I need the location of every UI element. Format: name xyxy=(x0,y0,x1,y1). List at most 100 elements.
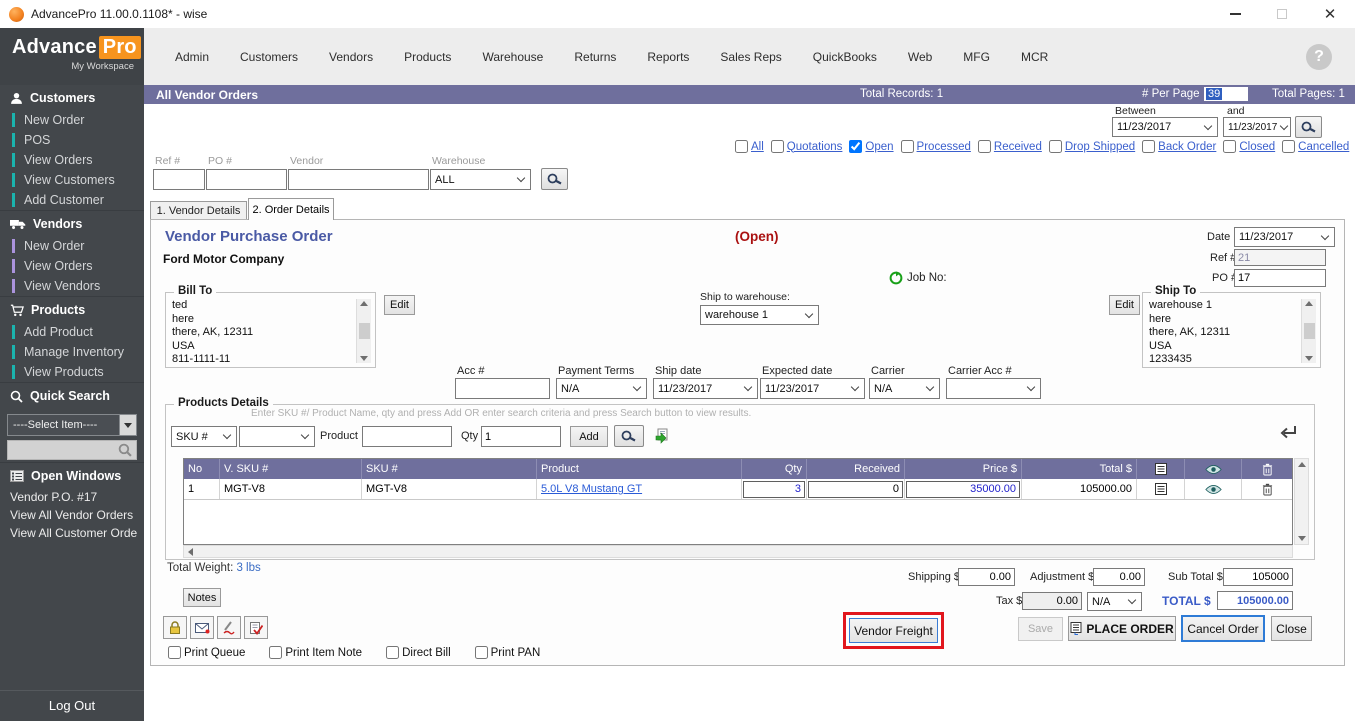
carrier-acc-select[interactable] xyxy=(946,378,1041,399)
ship-to-warehouse-select[interactable]: warehouse 1 xyxy=(700,305,819,325)
per-page-input[interactable]: 39 xyxy=(1204,87,1248,101)
maximize-button[interactable] xyxy=(1262,0,1302,28)
menu-sales-reps[interactable]: Sales Reps xyxy=(720,50,781,64)
filter-closed-checkbox[interactable] xyxy=(1223,140,1236,153)
product-link[interactable]: 5.0L V8 Mustang GT xyxy=(541,483,642,495)
direct-bill-option[interactable]: Direct Bill xyxy=(386,646,451,659)
shipping-input[interactable] xyxy=(958,568,1015,586)
print-item-note-checkbox[interactable] xyxy=(269,646,282,659)
sidebar-header-customers[interactable]: Customers xyxy=(0,85,144,110)
print-pan-option[interactable]: Print PAN xyxy=(475,646,541,659)
add-button[interactable]: Add xyxy=(570,426,608,447)
filter-all[interactable]: All xyxy=(735,140,764,153)
filter-processed-checkbox[interactable] xyxy=(901,140,914,153)
sidebar-item-new-order[interactable]: New Order xyxy=(12,110,144,130)
cell-qty[interactable]: 3 xyxy=(742,479,807,499)
quick-search-select[interactable]: ----Select Item---- xyxy=(7,414,137,436)
lock-button[interactable] xyxy=(163,616,187,639)
filter-all-checkbox[interactable] xyxy=(735,140,748,153)
tab-order-details[interactable]: 2. Order Details xyxy=(248,198,334,220)
po-input[interactable] xyxy=(1234,269,1326,287)
vendor-freight-button[interactable]: Vendor Freight xyxy=(849,618,938,643)
sidebar-item-add-customer[interactable]: Add Customer xyxy=(12,190,144,210)
menu-returns[interactable]: Returns xyxy=(574,50,616,64)
cell-price[interactable]: 35000.00 xyxy=(905,479,1022,499)
filter-quotations[interactable]: Quotations xyxy=(771,140,843,153)
sidebar-item-view-customers[interactable]: View Customers xyxy=(12,170,144,190)
order-date-select[interactable]: 11/23/2017 xyxy=(1234,227,1335,247)
menu-reports[interactable]: Reports xyxy=(647,50,689,64)
sku-mode-select[interactable]: SKU # xyxy=(171,426,237,447)
filter-drop-shipped[interactable]: Drop Shipped xyxy=(1049,140,1135,153)
sidebar-item-add-product[interactable]: Add Product xyxy=(12,322,144,342)
tab-vendor-details[interactable]: 1. Vendor Details xyxy=(150,201,247,220)
menu-warehouse[interactable]: Warehouse xyxy=(482,50,543,64)
payment-terms-select[interactable]: N/A xyxy=(556,378,647,399)
sidebar-item-view-orders[interactable]: View Orders xyxy=(12,150,144,170)
sidebar-item-pos[interactable]: POS xyxy=(12,130,144,150)
sidebar-item-vendor-view-orders[interactable]: View Orders xyxy=(12,256,144,276)
open-window-vendor-po[interactable]: Vendor P.O. #17 xyxy=(0,488,144,506)
help-icon[interactable]: ? xyxy=(1306,44,1332,70)
filter-drop-shipped-checkbox[interactable] xyxy=(1049,140,1062,153)
place-order-button[interactable]: PLACE ORDER xyxy=(1068,616,1176,641)
ship-to-scrollbar[interactable] xyxy=(1301,299,1316,363)
menu-products[interactable]: Products xyxy=(404,50,451,64)
acc-input[interactable] xyxy=(455,378,550,399)
adjustment-input[interactable] xyxy=(1093,568,1145,586)
orders-search-button[interactable] xyxy=(541,168,568,190)
print-item-note-option[interactable]: Print Item Note xyxy=(269,646,362,659)
menu-vendors[interactable]: Vendors xyxy=(329,50,373,64)
table-vertical-scrollbar[interactable] xyxy=(1294,458,1309,545)
date-to-select[interactable]: 11/23/2017 xyxy=(1223,117,1291,137)
menu-web[interactable]: Web xyxy=(908,50,932,64)
sidebar-header-products[interactable]: Products xyxy=(0,296,144,322)
ship-to-edit-button[interactable]: Edit xyxy=(1109,295,1140,315)
filter-received[interactable]: Received xyxy=(978,140,1042,153)
menu-customers[interactable]: Customers xyxy=(240,50,298,64)
close-window-button[interactable]: ✕ xyxy=(1310,0,1350,28)
po-search-input[interactable] xyxy=(206,169,287,190)
date-from-select[interactable]: 11/23/2017 xyxy=(1112,117,1218,137)
sidebar-item-view-vendors[interactable]: View Vendors xyxy=(12,276,144,296)
carrier-select[interactable]: N/A xyxy=(869,378,940,399)
product-search-button[interactable] xyxy=(614,425,644,447)
filter-back-order-checkbox[interactable] xyxy=(1142,140,1155,153)
print-check-button[interactable] xyxy=(244,616,268,639)
sidebar-header-vendors[interactable]: Vendors xyxy=(0,210,144,236)
minimize-button[interactable] xyxy=(1215,0,1255,28)
row-view-button[interactable] xyxy=(1185,479,1242,499)
email-button[interactable] xyxy=(190,616,214,639)
filter-open[interactable]: Open xyxy=(849,140,893,153)
logout-button[interactable]: Log Out xyxy=(0,690,144,713)
filter-closed[interactable]: Closed xyxy=(1223,140,1275,153)
filter-back-order[interactable]: Back Order xyxy=(1142,140,1216,153)
filter-quotations-checkbox[interactable] xyxy=(771,140,784,153)
product-entry-input[interactable] xyxy=(362,426,452,447)
direct-bill-checkbox[interactable] xyxy=(386,646,399,659)
row-delete-button[interactable] xyxy=(1242,479,1292,499)
sidebar-item-vendor-new-order[interactable]: New Order xyxy=(12,236,144,256)
menu-mfg[interactable]: MFG xyxy=(963,50,990,64)
table-horizontal-scrollbar[interactable] xyxy=(183,545,1293,558)
sku-value-select[interactable] xyxy=(239,426,315,447)
tax-type-select[interactable]: N/A xyxy=(1087,592,1142,611)
sidebar-item-manage-inventory[interactable]: Manage Inventory xyxy=(12,342,144,362)
close-button[interactable]: Close xyxy=(1271,616,1312,641)
ref-search-input[interactable] xyxy=(153,169,205,190)
open-window-all-customer-orders[interactable]: View All Customer Orde xyxy=(0,524,144,542)
print-pan-checkbox[interactable] xyxy=(475,646,488,659)
qty-entry-input[interactable] xyxy=(481,426,561,447)
quick-search-input[interactable] xyxy=(7,440,137,460)
print-queue-option[interactable]: Print Queue xyxy=(168,646,245,659)
print-queue-checkbox[interactable] xyxy=(168,646,181,659)
sidebar-item-view-products[interactable]: View Products xyxy=(12,362,144,382)
cancel-order-button[interactable]: Cancel Order xyxy=(1181,615,1265,642)
signature-button[interactable] xyxy=(217,616,241,639)
date-search-button[interactable] xyxy=(1295,116,1322,138)
row-note-button[interactable] xyxy=(1137,479,1185,499)
ship-date-select[interactable]: 11/23/2017 xyxy=(653,378,758,399)
open-window-all-vendor-orders[interactable]: View All Vendor Orders xyxy=(0,506,144,524)
vendor-search-input[interactable] xyxy=(288,169,429,190)
bill-to-scrollbar[interactable] xyxy=(356,299,371,363)
